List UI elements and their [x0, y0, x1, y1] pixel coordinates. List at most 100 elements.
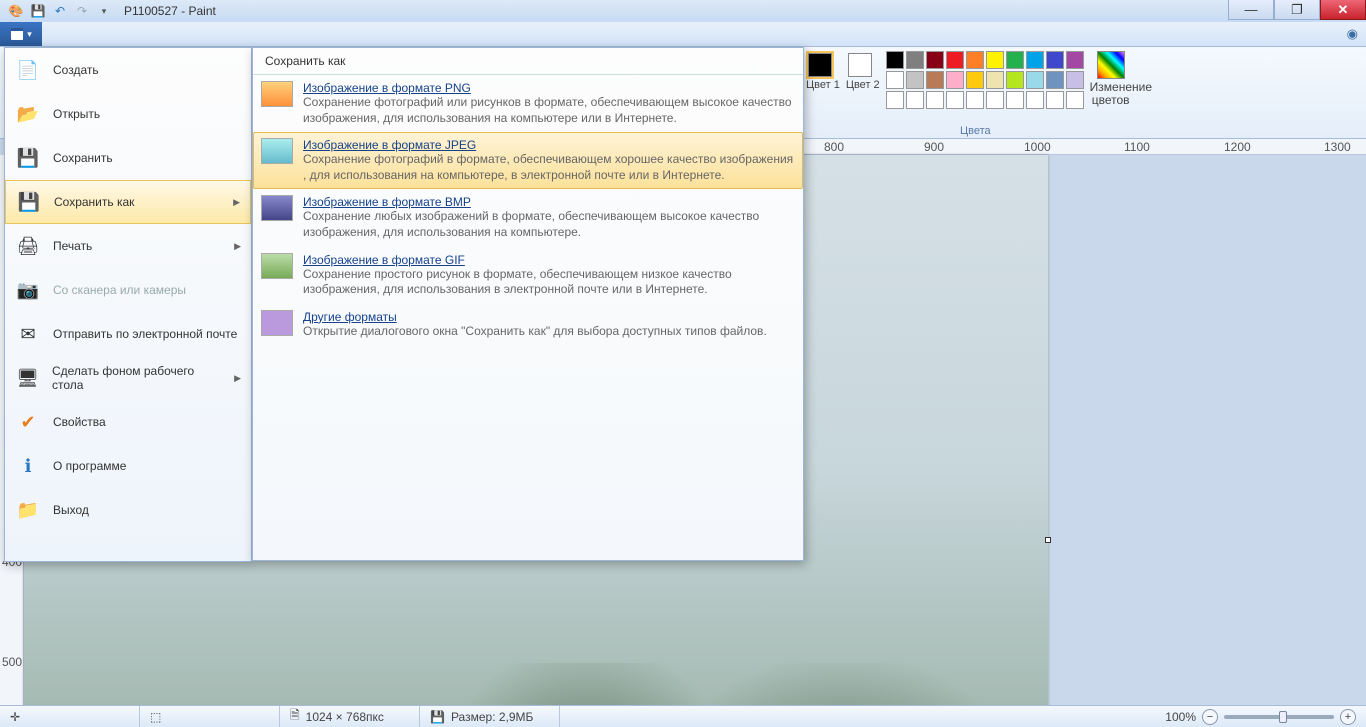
qat-save-icon[interactable]: 💾: [28, 2, 48, 20]
saveas-bmp[interactable]: Изображение в формате BMPСохранение любы…: [253, 189, 803, 246]
close-button[interactable]: ✕: [1320, 0, 1366, 20]
palette-swatch[interactable]: [946, 51, 964, 69]
cursor-pos-cell: ✛: [0, 706, 140, 727]
selection-icon: ⬚: [150, 710, 161, 724]
bmp-icon: [261, 195, 293, 221]
menu-scanner: 📷Со сканера или камеры: [5, 268, 251, 312]
palette-swatch[interactable]: [1046, 71, 1064, 89]
menu-exit[interactable]: 📁Выход: [5, 488, 251, 532]
menu-wallpaper[interactable]: 🖥Сделать фоном рабочего стола▶: [5, 356, 251, 400]
palette-swatch[interactable]: [906, 71, 924, 89]
maximize-button[interactable]: ❐: [1274, 0, 1320, 20]
png-icon: [261, 81, 293, 107]
palette-swatch[interactable]: [886, 71, 904, 89]
palette-swatch[interactable]: [1046, 51, 1064, 69]
open-icon: 📂: [15, 101, 41, 127]
palette-swatch[interactable]: [906, 51, 924, 69]
menu-print[interactable]: 🖨Печать▶: [5, 224, 251, 268]
wallpaper-icon: 🖥: [15, 365, 40, 391]
file-menu-button[interactable]: [0, 22, 42, 46]
new-icon: 📄: [15, 57, 41, 83]
zoom-in-button[interactable]: +: [1340, 709, 1356, 725]
palette-swatch[interactable]: [986, 71, 1004, 89]
zoom-value: 100%: [1165, 710, 1196, 724]
save-icon: 💾: [15, 145, 41, 171]
gif-icon: [261, 253, 293, 279]
palette-swatch[interactable]: [966, 51, 984, 69]
palette-swatch[interactable]: [886, 51, 904, 69]
menu-save-as[interactable]: 💾Сохранить как▶: [5, 180, 251, 224]
zoom-out-button[interactable]: −: [1202, 709, 1218, 725]
paint-icon: 🎨: [6, 2, 26, 20]
saveas-jpeg[interactable]: Изображение в формате JPEGСохранение фот…: [253, 132, 803, 189]
color2-swatch[interactable]: [848, 53, 872, 77]
print-icon: 🖨: [15, 233, 41, 259]
minimize-button[interactable]: —: [1228, 0, 1274, 20]
palette-swatch[interactable]: [1026, 71, 1044, 89]
palette-swatch[interactable]: [926, 91, 944, 109]
palette-swatch[interactable]: [1006, 91, 1024, 109]
crosshair-icon: ✛: [10, 710, 20, 724]
saveas-submenu: Сохранить как Изображение в формате PNGС…: [252, 47, 804, 561]
title-bar: 🎨 💾 ↶ ↷ ▾ P1100527 - Paint — ❐ ✕: [0, 0, 1366, 22]
palette-swatch[interactable]: [986, 91, 1004, 109]
palette-swatch[interactable]: [986, 51, 1004, 69]
palette-swatch[interactable]: [1026, 91, 1044, 109]
edit-colors-button[interactable]: Изменение цветов: [1090, 51, 1132, 107]
palette-swatch[interactable]: [926, 51, 944, 69]
palette-swatch[interactable]: [946, 91, 964, 109]
chevron-right-icon: ▶: [233, 197, 240, 208]
color1-swatch[interactable]: [808, 53, 832, 77]
scanner-icon: 📷: [15, 277, 41, 303]
palette-swatch[interactable]: [1066, 91, 1084, 109]
menu-properties[interactable]: ✔Свойства: [5, 400, 251, 444]
other-icon: [261, 310, 293, 336]
qat-undo-icon[interactable]: ↶: [50, 2, 70, 20]
saveas-other[interactable]: Другие форматыОткрытие диалогового окна …: [253, 304, 803, 346]
palette-swatch[interactable]: [966, 71, 984, 89]
email-icon: ✉: [15, 321, 41, 347]
zoom-slider[interactable]: [1224, 715, 1334, 719]
jpeg-icon: [261, 138, 293, 164]
chevron-right-icon: ▶: [234, 241, 241, 252]
dimensions-icon: 🗎: [290, 706, 300, 727]
file-menu: 📄Создать 📂Открыть 💾Сохранить 💾Сохранить …: [4, 47, 252, 562]
check-icon: ✔: [15, 409, 41, 435]
ribbon-tab-strip: [0, 22, 1366, 47]
color-palette[interactable]: [886, 51, 1084, 109]
menu-about[interactable]: ℹО программе: [5, 444, 251, 488]
color1-label: Цвет 1: [806, 79, 840, 91]
saveas-icon: 💾: [16, 189, 42, 215]
menu-create[interactable]: 📄Создать: [5, 48, 251, 92]
palette-swatch[interactable]: [1066, 51, 1084, 69]
palette-swatch[interactable]: [926, 71, 944, 89]
palette-swatch[interactable]: [906, 91, 924, 109]
info-icon: ℹ: [15, 453, 41, 479]
palette-swatch[interactable]: [1026, 51, 1044, 69]
palette-swatch[interactable]: [886, 91, 904, 109]
palette-swatch[interactable]: [1046, 91, 1064, 109]
qat-redo-icon[interactable]: ↷: [72, 2, 92, 20]
status-bar: ✛ ⬚ 🗎1024 × 768пкс 💾Размер: 2,9МБ 100% −…: [0, 705, 1366, 727]
submenu-header: Сохранить как: [253, 48, 803, 75]
exit-icon: 📁: [15, 497, 41, 523]
help-icon[interactable]: ◉: [1347, 26, 1358, 42]
colors-group-label: Цвета: [960, 125, 991, 137]
saveas-png[interactable]: Изображение в формате PNGСохранение фото…: [253, 75, 803, 132]
palette-swatch[interactable]: [1006, 71, 1024, 89]
color2-label: Цвет 2: [846, 79, 880, 91]
saveas-gif[interactable]: Изображение в формате GIFСохранение прос…: [253, 247, 803, 304]
resize-handle-right[interactable]: [1045, 537, 1051, 543]
dimensions-cell: 🗎1024 × 768пкс: [280, 706, 420, 727]
selection-cell: ⬚: [140, 706, 280, 727]
qat-customize-icon[interactable]: ▾: [94, 2, 114, 20]
palette-swatch[interactable]: [946, 71, 964, 89]
window-title: P1100527 - Paint: [124, 4, 216, 18]
palette-swatch[interactable]: [966, 91, 984, 109]
palette-swatch[interactable]: [1006, 51, 1024, 69]
menu-open[interactable]: 📂Открыть: [5, 92, 251, 136]
rainbow-icon: [1097, 51, 1125, 79]
palette-swatch[interactable]: [1066, 71, 1084, 89]
menu-save[interactable]: 💾Сохранить: [5, 136, 251, 180]
menu-email[interactable]: ✉Отправить по электронной почте: [5, 312, 251, 356]
